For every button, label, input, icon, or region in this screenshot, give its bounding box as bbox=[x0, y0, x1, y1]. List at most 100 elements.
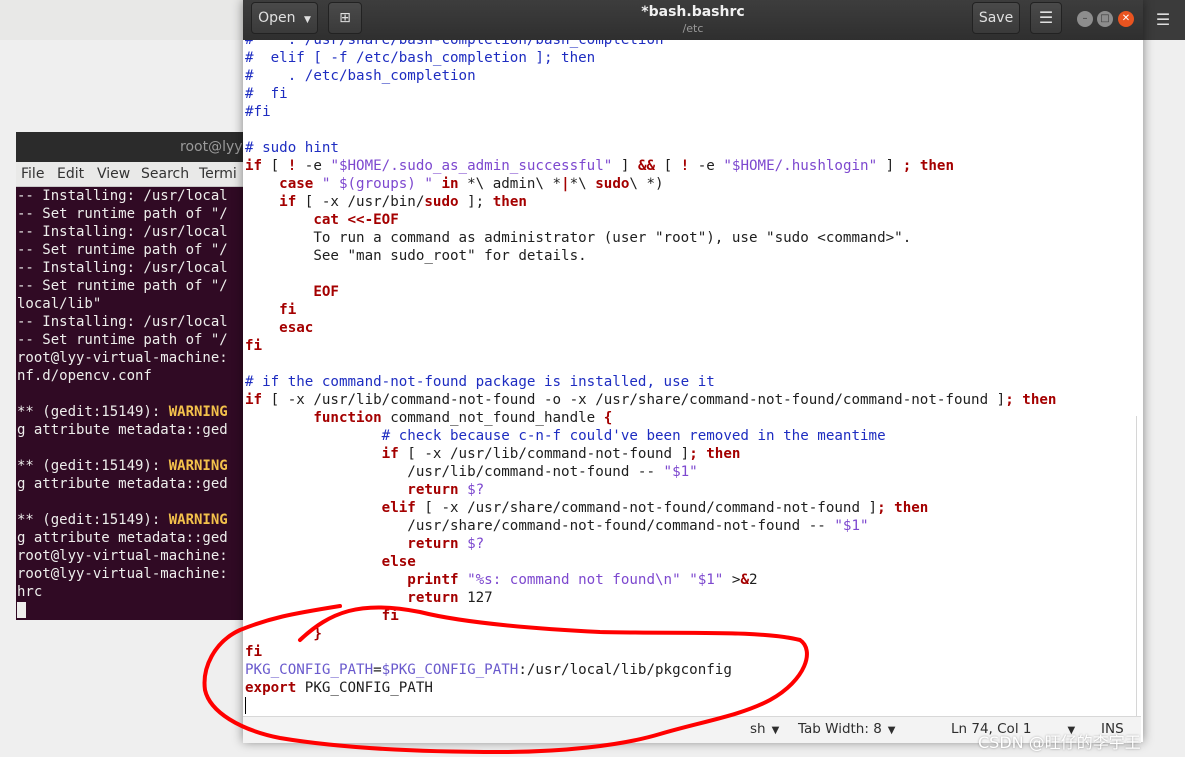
terminal-line: root@lyy-virtual-machine: bbox=[16, 565, 246, 583]
code-line: fi bbox=[245, 643, 262, 661]
code-token: { bbox=[603, 410, 613, 426]
code-line: if [ -x /usr/lib/command-not-found ]; th… bbox=[245, 445, 741, 463]
terminal-line-text: -- Set runtime path of "/ bbox=[17, 278, 228, 294]
code-token: cat <<-EOF bbox=[313, 212, 399, 228]
hamburger-icon[interactable]: ☰ bbox=[1153, 10, 1173, 30]
code-token: sudo bbox=[424, 194, 459, 210]
code-token: | bbox=[561, 176, 570, 192]
minimize-icon[interactable]: – bbox=[1077, 11, 1093, 27]
code-token: [ bbox=[655, 158, 681, 174]
code-token: esac bbox=[279, 320, 314, 336]
terminal-menu-view[interactable]: View bbox=[97, 166, 130, 182]
code-token: # . /usr/share/bash-completion/bash_comp… bbox=[245, 40, 664, 48]
code-token: # if the command-not-found package is in… bbox=[245, 374, 715, 390]
code-token: \ *) bbox=[629, 176, 664, 192]
code-token: = bbox=[373, 662, 382, 678]
terminal-line-text: local/lib" bbox=[17, 296, 102, 312]
code-line: if [ ! -e "$HOME/.sudo_as_admin_successf… bbox=[245, 157, 954, 175]
code-token: "%s: command not found\n" bbox=[467, 572, 681, 588]
code-token: ] bbox=[612, 158, 638, 174]
save-button[interactable]: Save bbox=[972, 2, 1020, 34]
code-token: $? bbox=[467, 482, 485, 498]
code-token: ! bbox=[680, 158, 690, 174]
code-token: ]; bbox=[458, 194, 493, 210]
terminal-line-text: hrc bbox=[17, 584, 43, 600]
close-icon[interactable]: ✕ bbox=[1118, 11, 1134, 27]
terminal-menu-terminal[interactable]: Termi bbox=[199, 166, 237, 182]
terminal-output[interactable]: -- Installing: /usr/local -- Set runtime … bbox=[16, 187, 246, 620]
code-line: /usr/share/command-not-found/command-not… bbox=[245, 517, 868, 535]
code-line: # if the command-not-found package is in… bbox=[245, 373, 715, 391]
code-token: printf bbox=[407, 572, 459, 588]
code-token: *\ bbox=[569, 176, 596, 192]
terminal-menu-search[interactable]: Search bbox=[141, 166, 189, 182]
terminal-menu-file[interactable]: File bbox=[21, 166, 44, 182]
code-token: [ -x /usr/share/command-not-found/comman… bbox=[415, 500, 878, 516]
code-token: ; then bbox=[877, 500, 929, 516]
code-token: 2 bbox=[749, 572, 758, 588]
code-token: fi bbox=[279, 302, 297, 318]
code-line: else bbox=[245, 553, 416, 571]
terminal-line: g attribute metadata::ged bbox=[16, 529, 246, 547]
watermark: CSDN @旺仔的李宇王 bbox=[978, 733, 1141, 752]
maximize-icon[interactable]: □ bbox=[1097, 11, 1113, 27]
code-line: } bbox=[245, 625, 322, 643]
code-token: ; then bbox=[1005, 392, 1057, 408]
terminal-line: ** (gedit:15149): WARNING bbox=[16, 457, 246, 475]
code-line: fi bbox=[245, 301, 296, 319]
terminal-line-text: g attribute metadata::ged bbox=[17, 530, 228, 546]
text-editor[interactable]: # . /usr/share/bash-completion/bash_comp… bbox=[243, 40, 1141, 716]
header-bar: Open ▼ ⊞ *bash.bashrc /etc Save ☰ – □ ✕ bbox=[243, 0, 1143, 40]
code-token: "$1" bbox=[689, 572, 724, 588]
code-token: # check because c-n-f could've been remo… bbox=[381, 428, 886, 444]
terminal-line-text: ** (gedit:15149): bbox=[17, 404, 169, 420]
scrollbar[interactable] bbox=[1136, 416, 1137, 716]
chevron-down-icon: ▼ bbox=[771, 725, 780, 736]
code-line: PKG_CONFIG_PATH=$PKG_CONFIG_PATH:/usr/lo… bbox=[245, 661, 732, 679]
code-line: See "man sudo_root" for details. bbox=[245, 247, 587, 265]
code-token: if bbox=[245, 392, 263, 408]
code-line: return $? bbox=[245, 481, 484, 499]
terminal-window[interactable]: root@lyy-v File Edit View Search Termi -… bbox=[16, 132, 246, 620]
background-window-strip: ☰ bbox=[1143, 0, 1185, 40]
menu-button[interactable]: ☰ bbox=[1030, 2, 1062, 34]
code-line: case " $(groups) " in *\ admin\ *|*\ sud… bbox=[245, 175, 664, 193]
code-line: To run a command as administrator (user … bbox=[245, 229, 911, 247]
tab-width-selector[interactable]: Tab Width: 8 ▼ bbox=[798, 721, 896, 737]
terminal-menu-edit[interactable]: Edit bbox=[57, 166, 84, 182]
code-token: #fi bbox=[245, 104, 271, 120]
hamburger-icon: ☰ bbox=[1038, 8, 1054, 27]
terminal-line: -- Installing: /usr/local bbox=[16, 259, 246, 277]
code-token: fi bbox=[245, 644, 263, 660]
code-token: "$HOME/.sudo_as_admin_successful" bbox=[330, 158, 613, 174]
terminal-line-text: -- Set runtime path of "/ bbox=[17, 206, 228, 222]
terminal-line: ** (gedit:15149): WARNING bbox=[16, 403, 246, 421]
terminal-line-text: -- Installing: /usr/local bbox=[17, 260, 228, 276]
code-token: [ -x /usr/lib/command-not-found -o -x /u… bbox=[262, 392, 1006, 408]
terminal-cursor-line bbox=[16, 601, 246, 619]
code-line: /usr/lib/command-not-found -- "$1" bbox=[245, 463, 697, 481]
code-token: fi bbox=[381, 608, 399, 624]
terminal-line: root@lyy-virtual-machine: bbox=[16, 349, 246, 367]
terminal-line: root@lyy-virtual-machine: bbox=[16, 547, 246, 565]
terminal-line-text: root@lyy-virtual-machine: bbox=[17, 566, 228, 582]
code-line: # sudo hint bbox=[245, 139, 339, 157]
code-token: EOF bbox=[313, 284, 339, 300]
code-line: cat <<-EOF bbox=[245, 211, 399, 229]
code-token: ; then bbox=[902, 158, 954, 174]
code-token: fi bbox=[245, 338, 263, 354]
code-token: /usr/share/command-not-found/command-not… bbox=[245, 518, 835, 534]
code-token: # . /etc/bash_completion bbox=[245, 68, 476, 84]
terminal-line: -- Set runtime path of "/ bbox=[16, 241, 246, 259]
language-selector[interactable]: sh ▼ bbox=[750, 721, 779, 737]
code-token: $PKG_CONFIG_PATH bbox=[381, 662, 519, 678]
code-token: See "man sudo_root" for details. bbox=[245, 248, 587, 264]
